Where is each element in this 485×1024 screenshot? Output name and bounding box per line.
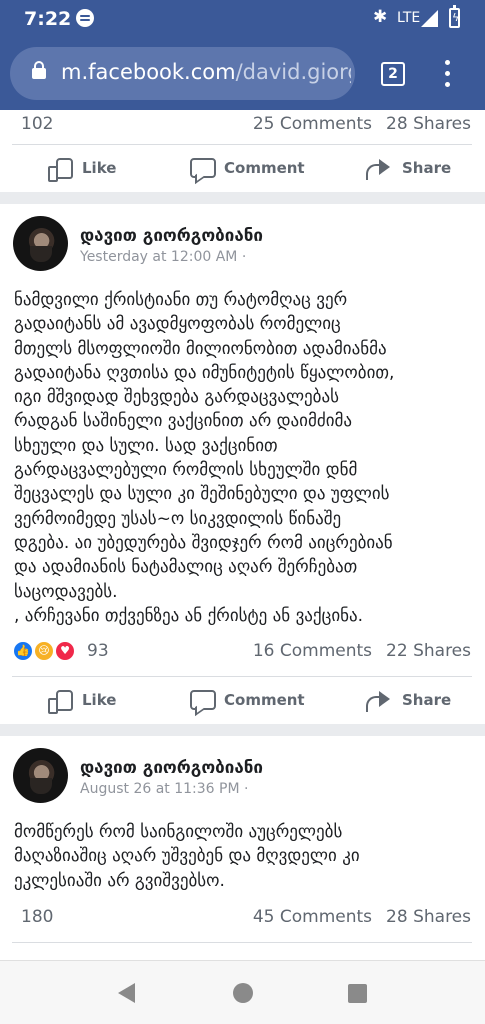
comment-bubble-icon xyxy=(190,157,216,179)
post-text: ნამდვილი ქრისტიანი თუ რატომღაც ვერ გადაი… xyxy=(14,290,395,626)
system-navigation-bar xyxy=(0,960,485,1024)
lock-icon xyxy=(32,61,46,79)
signal-icon xyxy=(421,10,438,27)
spotify-icon xyxy=(76,9,94,27)
url-path: /david.giorgo xyxy=(235,60,351,84)
post-card: 102 25 Comments 28 Shares Like Comment Sh… xyxy=(0,110,485,192)
share-arrow-icon xyxy=(366,157,392,180)
share-count[interactable]: 28 Shares xyxy=(386,114,471,134)
comment-button[interactable]: Comment xyxy=(190,678,305,722)
like-label: Like xyxy=(82,159,117,177)
sad-reaction-icon: 😢 xyxy=(33,640,55,662)
avatar[interactable] xyxy=(13,216,68,271)
like-count[interactable]: 102 xyxy=(21,114,53,134)
share-arrow-icon xyxy=(366,689,392,712)
network-type: LTE xyxy=(397,10,421,26)
comment-label: Comment xyxy=(224,159,305,177)
avatar[interactable] xyxy=(13,748,68,803)
share-label: Share xyxy=(402,159,452,177)
comment-count[interactable]: 25 Comments xyxy=(253,114,372,134)
post-timestamp[interactable]: August 26 at 11:36 PM · xyxy=(80,781,248,797)
comment-count[interactable]: 16 Comments xyxy=(253,641,372,661)
comment-count[interactable]: 45 Comments xyxy=(253,907,372,927)
post-actions: Like Comment Share xyxy=(0,146,485,190)
comment-bubble-icon xyxy=(190,689,216,711)
post-card: დავით გიორგობიანი Yesterday at 12:00 AM … xyxy=(0,204,485,724)
like-label: Like xyxy=(82,691,117,709)
post-timestamp[interactable]: Yesterday at 12:00 AM · xyxy=(80,249,246,265)
share-button[interactable]: Share xyxy=(366,146,451,190)
thumbs-up-icon xyxy=(48,157,73,182)
post-actions: Like Comment Share xyxy=(0,678,485,722)
bluetooth-icon: ✱ xyxy=(373,7,388,27)
tab-switcher-button[interactable]: 2 xyxy=(381,62,405,86)
like-count[interactable]: 93 xyxy=(87,641,109,661)
post-stats: 102 25 Comments 28 Shares xyxy=(0,110,485,140)
post-author[interactable]: დავით გიორგობიანი xyxy=(80,758,263,778)
like-reaction-icon: 👍 xyxy=(12,640,34,662)
recent-apps-icon[interactable] xyxy=(348,984,367,1003)
share-count[interactable]: 22 Shares xyxy=(386,641,471,661)
status-bar: 7:22 ✱ LTE ϟ xyxy=(0,0,485,36)
url-text[interactable]: m.facebook.com/david.giorgo xyxy=(61,60,351,84)
like-button[interactable]: Like xyxy=(48,678,116,722)
like-count[interactable]: 180 xyxy=(21,907,53,927)
thumbs-up-icon xyxy=(48,689,73,714)
comment-label: Comment xyxy=(224,691,305,709)
post-text: მომწერეს რომ საინგილოში აუცრელებს მაღაზი… xyxy=(14,822,360,891)
post-stats: 180 45 Comments 28 Shares xyxy=(0,903,485,933)
post-stats: 👍 😢 ♥ 93 16 Comments 22 Shares xyxy=(0,637,485,667)
battery-charging-icon: ϟ xyxy=(449,5,460,28)
address-bar[interactable]: m.facebook.com/david.giorgo xyxy=(10,47,355,100)
post-card: დავით გიორგობიანი August 26 at 11:36 PM … xyxy=(0,736,485,960)
like-button[interactable]: Like xyxy=(48,146,116,190)
back-icon[interactable] xyxy=(118,983,135,1003)
divider xyxy=(12,144,472,145)
divider xyxy=(12,676,472,677)
overflow-menu-icon[interactable] xyxy=(437,60,457,88)
url-domain: m.facebook.com xyxy=(61,60,236,84)
share-label: Share xyxy=(402,691,452,709)
browser-top-bar: 7:22 ✱ LTE ϟ m.facebook.com/david.giorgo… xyxy=(0,0,485,110)
comment-button[interactable]: Comment xyxy=(190,146,305,190)
status-time: 7:22 xyxy=(24,8,72,30)
post-author[interactable]: დავით გიორგობიანი xyxy=(80,226,263,246)
divider xyxy=(12,942,472,943)
share-count[interactable]: 28 Shares xyxy=(386,907,471,927)
home-icon[interactable] xyxy=(233,983,253,1003)
love-reaction-icon: ♥ xyxy=(54,640,76,662)
share-button[interactable]: Share xyxy=(366,678,451,722)
